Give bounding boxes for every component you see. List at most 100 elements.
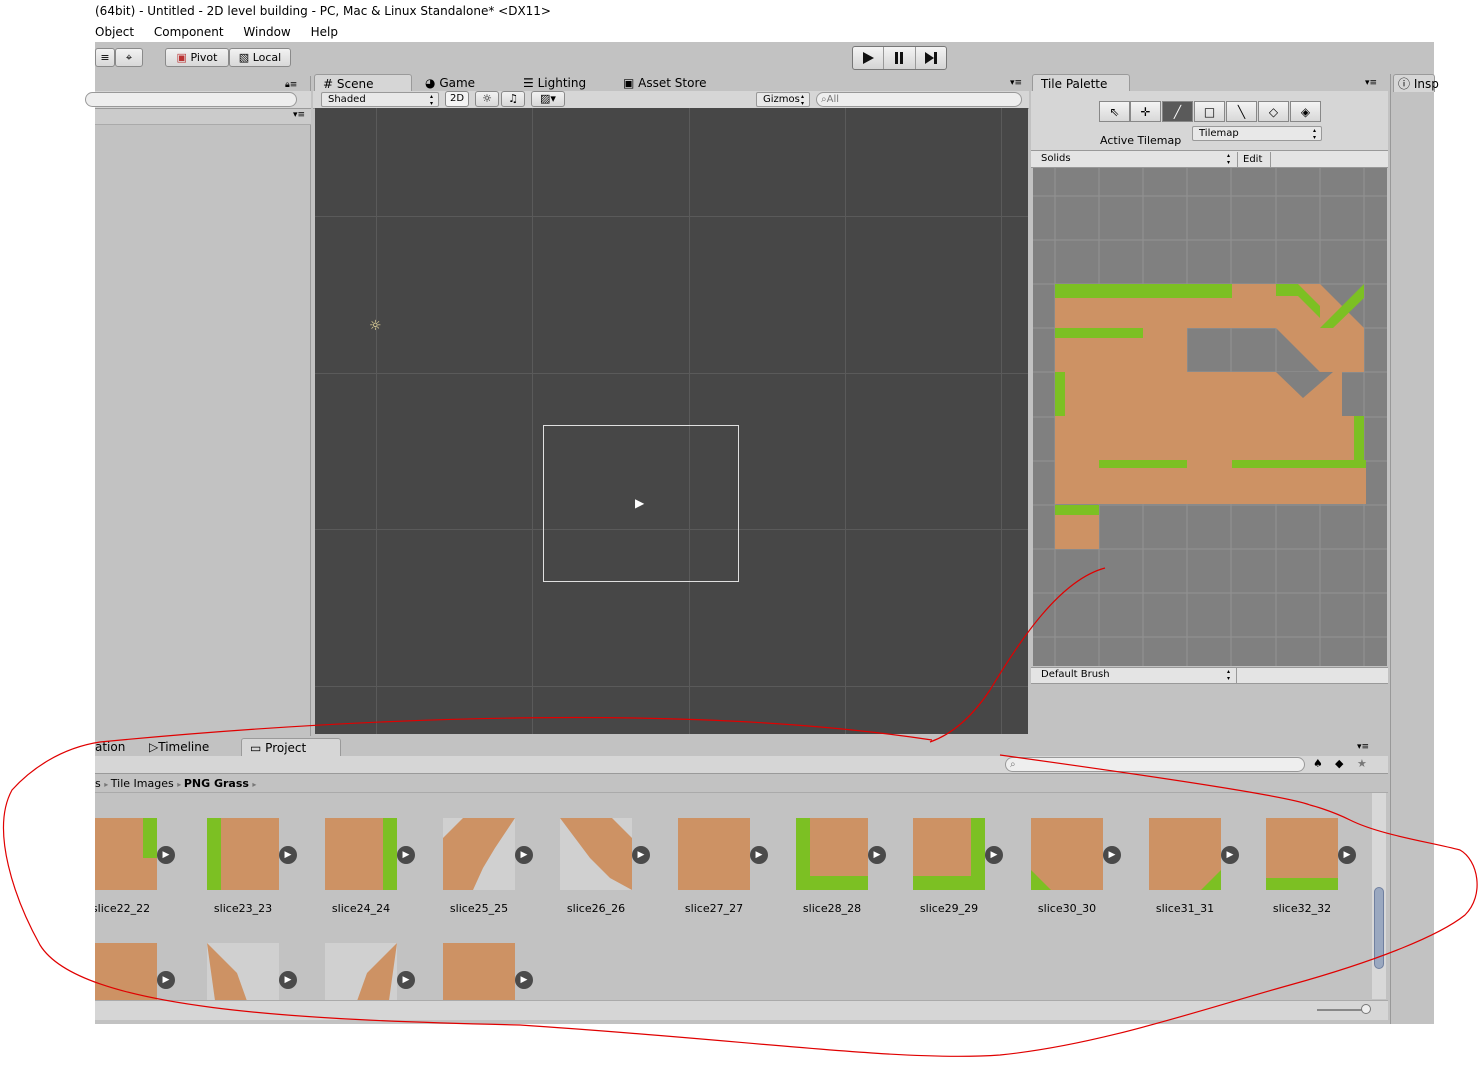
step-button[interactable]	[916, 47, 946, 69]
menu-object[interactable]: Object	[95, 25, 134, 39]
filter-label-icon[interactable]: ◆	[1335, 757, 1343, 770]
lock-icon[interactable]: 🔒︎≡	[285, 80, 297, 90]
tab-inspector[interactable]: ⓘ Insp	[1393, 74, 1439, 92]
2d-toggle[interactable]: 2D	[445, 91, 469, 107]
tab-project[interactable]: ▭ Project	[241, 738, 341, 756]
palette-grid-view[interactable]	[1033, 168, 1387, 666]
play-button[interactable]	[853, 47, 885, 69]
light-gizmo-icon[interactable]: ☼	[369, 318, 382, 334]
play-icon[interactable]: ▶	[1221, 846, 1239, 864]
palette-edit-button[interactable]: Edit	[1237, 152, 1271, 168]
zoom-slider-handle[interactable]	[1361, 1004, 1371, 1014]
local-button[interactable]: ▧ Local	[229, 48, 291, 67]
tab-asset-store[interactable]: ▣ Asset Store	[615, 74, 725, 92]
breadcrumb-item-0[interactable]: s	[95, 777, 101, 790]
tab-timeline[interactable]: ▷Timeline	[141, 738, 225, 756]
play-icon[interactable]: ▶	[515, 971, 533, 989]
scene-search-input[interactable]: ⌕All	[816, 92, 1022, 107]
asset-tile[interactable]: ▶	[207, 943, 325, 1000]
asset-tile[interactable]: ▶ slice27_27	[678, 818, 796, 938]
favorites-star-icon[interactable]: ★	[1357, 757, 1367, 770]
tab-scene[interactable]: # Scene	[314, 74, 412, 92]
asset-tile[interactable]: ▶ slice24_24	[325, 818, 443, 938]
asset-tile[interactable]: ▶ slice31_31	[1149, 818, 1267, 938]
eraser-icon[interactable]: ◇	[1258, 101, 1289, 122]
asset-tile[interactable]: ▶ slice25_25	[443, 818, 561, 938]
fill-bucket-icon[interactable]: ◈	[1290, 101, 1321, 122]
project-panel: ation ▷Timeline ▭ Project ▾≡ ⌕ ♠ ◆ ★ s ▸…	[95, 738, 1388, 1020]
box-fill-icon[interactable]: □	[1194, 101, 1225, 122]
play-icon[interactable]: ▶	[632, 846, 650, 864]
scene-menu-icon[interactable]: ▾≡	[293, 110, 305, 120]
breadcrumb-item-2[interactable]: PNG Grass	[184, 777, 249, 790]
pacman-icon: ◕	[425, 76, 436, 90]
gizmos-dropdown[interactable]: Gizmos	[756, 92, 810, 107]
palette-panel-menu-icon[interactable]: ▾≡	[1365, 78, 1377, 88]
zoom-slider[interactable]	[1317, 1009, 1367, 1011]
pause-button[interactable]	[884, 47, 916, 69]
asset-tile[interactable]: ▶ slice26_26	[560, 818, 678, 938]
play-icon[interactable]: ▶	[750, 846, 768, 864]
project-panel-menu-icon[interactable]: ▾≡	[1357, 742, 1369, 752]
asset-tile[interactable]: ▶ slice29_29	[913, 818, 1031, 938]
scene-panel-menu-icon[interactable]: ▾≡	[1010, 78, 1022, 88]
tab-game[interactable]: ◕ Game	[417, 74, 507, 92]
hierarchy-search-input[interactable]	[85, 92, 297, 107]
scrollbar-thumb[interactable]	[1374, 887, 1384, 969]
asset-tile[interactable]: ▶ slice23_23	[207, 818, 325, 938]
play-icon[interactable]: ▶	[868, 846, 886, 864]
scene-viewport[interactable]: ☼ ▶	[315, 108, 1028, 734]
play-icon[interactable]: ▶	[157, 846, 175, 864]
tab-tile-palette[interactable]: Tile Palette	[1032, 74, 1130, 92]
active-tilemap-dropdown[interactable]: Tilemap	[1192, 126, 1322, 141]
tile-thumbnail	[1266, 818, 1338, 890]
play-icon[interactable]: ▶	[397, 846, 415, 864]
shading-dropdown[interactable]: Shaded	[321, 92, 439, 107]
audio-toggle-icon[interactable]: ♫	[501, 91, 525, 107]
transform-tool-icon[interactable]: ⌖	[115, 48, 143, 67]
picker-icon[interactable]: ╲	[1226, 101, 1257, 122]
menu-component[interactable]: Component	[154, 25, 224, 39]
asset-tile[interactable]: ▶	[443, 943, 561, 1000]
breadcrumb-item-1[interactable]: Tile Images	[111, 777, 174, 790]
camera-gizmo-icon[interactable]: ▶	[635, 496, 644, 510]
play-icon[interactable]: ▶	[1338, 846, 1356, 864]
tab-lighting[interactable]: ☰ Lighting	[515, 74, 611, 92]
hierarchy-scene-row[interactable]: ▾≡	[95, 109, 311, 125]
paint-brush-icon[interactable]: ╱	[1162, 101, 1193, 122]
select-tool-icon[interactable]: ⇖	[1099, 101, 1130, 122]
asset-label: slice22_22	[95, 902, 151, 915]
tile-thumbnail	[95, 818, 157, 890]
asset-tile[interactable]: ▶ slice32_32	[1266, 818, 1370, 938]
pivot-icon: ▣	[176, 51, 187, 64]
tab-animation[interactable]: ation	[87, 738, 147, 756]
play-icon	[863, 52, 875, 64]
asset-tile[interactable]: ▶	[95, 943, 203, 1000]
play-icon[interactable]: ▶	[985, 846, 1003, 864]
play-icon[interactable]: ▶	[397, 971, 415, 989]
tab-inspector-label: Insp	[1413, 77, 1439, 91]
play-icon[interactable]: ▶	[279, 846, 297, 864]
menu-window[interactable]: Window	[243, 25, 290, 39]
pivot-button[interactable]: ▣ Pivot	[165, 48, 229, 67]
asset-tile[interactable]: ▶ slice28_28	[796, 818, 914, 938]
project-scrollbar[interactable]	[1372, 793, 1386, 999]
asset-tile[interactable]: ▶	[325, 943, 443, 1000]
play-icon[interactable]: ▶	[157, 971, 175, 989]
filter-type-icon[interactable]: ♠	[1313, 757, 1323, 770]
asset-tile[interactable]: ▶ slice22_22	[95, 818, 203, 938]
brush-dropdown[interactable]: Default Brush	[1035, 668, 1235, 683]
play-icon[interactable]: ▶	[279, 971, 297, 989]
play-icon[interactable]: ▶	[515, 846, 533, 864]
asset-tile[interactable]: ▶ slice30_30	[1031, 818, 1149, 938]
tab-project-label: Project	[265, 741, 307, 755]
play-icon[interactable]: ▶	[1103, 846, 1121, 864]
menu-help[interactable]: Help	[311, 25, 338, 39]
lighting-toggle-icon[interactable]: ☼	[475, 91, 499, 107]
rect-tool-icon[interactable]: ≡	[95, 48, 115, 67]
move-tool-icon[interactable]: ✛	[1130, 101, 1161, 122]
project-search-input[interactable]: ⌕	[1005, 757, 1305, 772]
effects-dropdown-icon[interactable]: ▨▾	[531, 91, 565, 107]
palette-dropdown[interactable]: Solids	[1035, 152, 1235, 167]
tile-thumbnail	[1149, 818, 1221, 890]
